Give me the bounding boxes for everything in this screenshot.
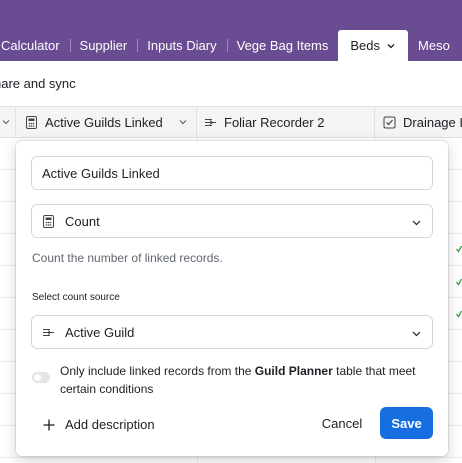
count-icon <box>26 115 37 129</box>
column-header-active-guilds-linked[interactable]: Active Guilds Linked <box>16 107 197 137</box>
tab-label: Vege Bag Items <box>236 38 329 53</box>
tab-calculator[interactable]: Calculator <box>0 30 70 61</box>
tab-beds[interactable]: Beds <box>338 30 409 61</box>
field-type-value: Count <box>65 213 100 229</box>
tab-label: Beds <box>350 38 381 53</box>
count-icon <box>43 214 54 228</box>
add-description-button[interactable]: Add description <box>43 417 155 432</box>
check-icon <box>456 278 462 286</box>
checkbox-icon <box>383 116 396 128</box>
column-header-previous[interactable] <box>0 107 16 137</box>
chevron-down-icon[interactable] <box>1 117 11 127</box>
column-header-drainage[interactable]: Drainage I <box>375 107 462 137</box>
plus-icon <box>43 419 55 430</box>
column-header-label: Foliar Recorder 2 <box>224 114 325 130</box>
view-toolbar: hare and sync <box>0 61 462 106</box>
table-tabs: Calculator Supplier Inputs Diary Vege Ba… <box>0 30 460 61</box>
field-name-input[interactable] <box>31 156 433 190</box>
link-icon <box>43 328 54 336</box>
condition-toggle-label: Only include linked records from the Gui… <box>60 362 420 398</box>
tab-meso[interactable]: Meso <box>408 30 460 61</box>
tab-vege-bag-items[interactable]: Vege Bag Items <box>226 30 339 61</box>
check-icon <box>456 245 462 253</box>
field-type-description: Count the number of linked records. <box>32 251 223 265</box>
check-icon <box>456 310 462 318</box>
tab-label: Inputs Diary <box>147 38 217 53</box>
column-header-foliar-recorder-2[interactable]: Foliar Recorder 2 <box>197 107 375 137</box>
grid-header: Active Guilds Linked Foliar Recorder 2 D… <box>0 106 462 138</box>
field-type-select[interactable]: Count <box>31 204 433 238</box>
chevron-down-icon <box>412 331 421 337</box>
count-source-label: Select count source <box>32 292 120 303</box>
chevron-down-icon[interactable] <box>178 117 188 127</box>
condition-toggle[interactable] <box>32 372 50 383</box>
column-header-label: Drainage I <box>403 114 462 130</box>
cancel-button[interactable]: Cancel <box>312 407 372 439</box>
count-source-value: Active Guild <box>65 324 135 340</box>
chevron-down-icon <box>412 220 421 226</box>
add-description-label: Add description <box>65 417 155 432</box>
field-config-popover: Count Count the number of linked records… <box>16 141 448 456</box>
app-topbar: Calculator Supplier Inputs Diary Vege Ba… <box>0 0 462 61</box>
tab-inputs-diary[interactable]: Inputs Diary <box>137 30 226 61</box>
column-header-label: Active Guilds Linked <box>45 114 163 130</box>
save-button[interactable]: Save <box>380 407 433 439</box>
condition-prefix: Only include linked records from the <box>60 364 255 378</box>
chevron-down-icon[interactable] <box>386 41 396 51</box>
tab-supplier[interactable]: Supplier <box>69 30 138 61</box>
count-source-select[interactable]: Active Guild <box>31 315 433 349</box>
tab-label: Supplier <box>79 38 128 53</box>
condition-table-name: Guild Planner <box>254 364 333 378</box>
tab-label: Calculator <box>1 38 60 53</box>
share-and-sync-button[interactable]: hare and sync <box>0 76 76 91</box>
link-icon <box>205 118 216 126</box>
tab-label: Meso <box>418 38 450 53</box>
